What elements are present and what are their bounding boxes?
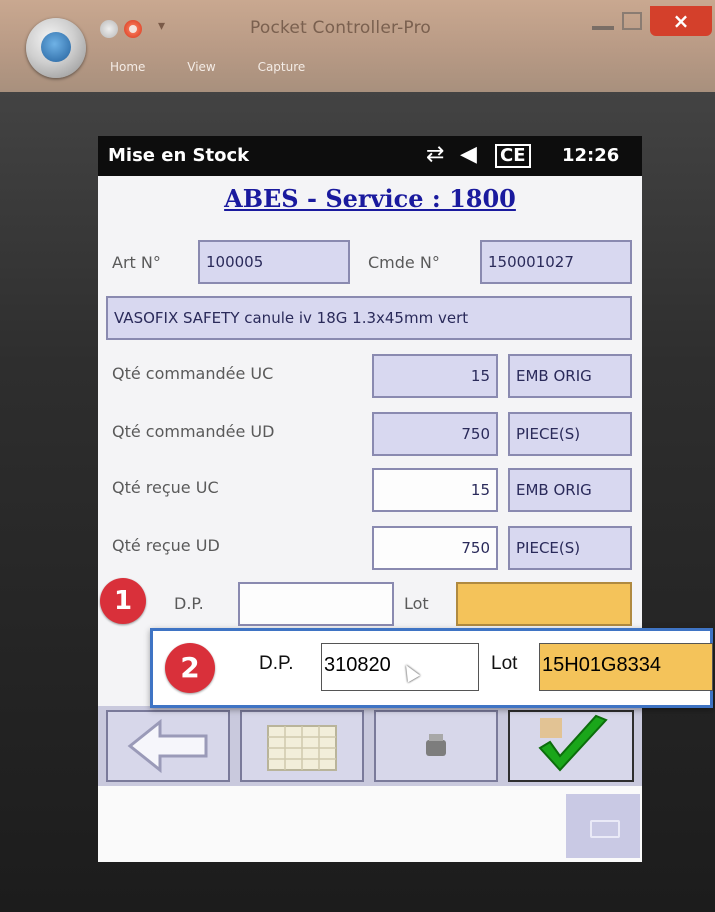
callout-lot-label: Lot <box>491 653 518 674</box>
qty-received-uc-field[interactable]: 15 <box>372 468 498 512</box>
lot-field[interactable] <box>456 582 632 626</box>
annotation-badge-1: 1 <box>100 578 146 624</box>
window-titlebar: ▾ Pocket Controller-Pro × Home View Capt… <box>0 0 715 92</box>
qty-received-uc-unit[interactable]: EMB ORIG <box>508 468 632 512</box>
callout-lot-field[interactable]: 15H01G8334 <box>539 643 713 691</box>
cmde-label: Cmde N° <box>368 253 440 272</box>
order-number-field[interactable]: 150001027 <box>480 240 632 284</box>
back-button[interactable] <box>106 710 230 782</box>
tab-view[interactable]: View <box>187 60 215 74</box>
qty-ordered-ud-unit: PIECE(S) <box>508 412 632 456</box>
qty-received-ud-unit[interactable]: PIECE(S) <box>508 526 632 570</box>
back-arrow-icon <box>127 718 208 774</box>
action-toolbar <box>98 706 642 786</box>
checkmark-icon <box>538 714 608 772</box>
ce-badge: CE <box>495 144 531 168</box>
dp-field[interactable] <box>238 582 394 626</box>
quick-access-dropdown-icon[interactable]: ▾ <box>158 18 165 34</box>
article-description-field: VASOFIX SAFETY canule iv 18G 1.3x45mm ve… <box>106 296 632 340</box>
qty-received-ud-field[interactable]: 750 <box>372 526 498 570</box>
device-screen: Mise en Stock ⇄ ◀ CE 12:26 ABES - Servic… <box>98 136 642 862</box>
keyboard-icon[interactable] <box>566 794 640 858</box>
zoom-callout: 2 D.P. 310820 Lot 15H01G8334 <box>150 628 713 708</box>
maximize-button[interactable] <box>622 12 642 30</box>
lot-label: Lot <box>404 594 429 613</box>
dp-label: D.P. <box>174 594 204 613</box>
qty-ordered-ud-field: 750 <box>372 412 498 456</box>
qty-received-ud-label: Qté reçue UD <box>112 536 220 555</box>
volume-icon[interactable]: ◀ <box>460 142 477 167</box>
service-title[interactable]: ABES - Service : 1800 <box>98 184 642 213</box>
art-number-field[interactable]: 100005 <box>198 240 350 284</box>
app-logo-icon <box>41 32 71 62</box>
bottom-bar <box>98 786 642 862</box>
qty-received-uc-label: Qté reçue UC <box>112 478 219 497</box>
callout-dp-label: D.P. <box>259 653 294 674</box>
qty-ordered-uc-field: 15 <box>372 354 498 398</box>
art-label: Art N° <box>112 253 161 272</box>
tab-capture[interactable]: Capture <box>258 60 306 74</box>
tab-home[interactable]: Home <box>110 60 145 74</box>
quick-access-button-1[interactable] <box>100 20 118 38</box>
qty-ordered-ud-label: Qté commandée UD <box>112 422 275 441</box>
validate-button[interactable] <box>508 710 634 782</box>
print-button[interactable] <box>374 710 498 782</box>
screen-title: Mise en Stock <box>108 145 250 166</box>
clock: 12:26 <box>562 145 620 166</box>
sync-icon: ⇄ <box>426 142 445 167</box>
ribbon-tabs: Home View Capture <box>110 60 343 74</box>
record-icon[interactable] <box>124 20 142 38</box>
minimize-button[interactable] <box>592 26 614 30</box>
printer-icon <box>426 734 446 756</box>
close-button[interactable]: × <box>650 6 712 36</box>
app-menu-orb[interactable] <box>26 18 86 78</box>
host-window: ▾ Pocket Controller-Pro × Home View Capt… <box>0 0 715 912</box>
qty-ordered-uc-label: Qté commandée UC <box>112 364 274 383</box>
calendar-grid-icon <box>267 725 337 771</box>
annotation-badge-2: 2 <box>165 643 215 693</box>
window-title: Pocket Controller-Pro <box>250 18 431 38</box>
qty-ordered-uc-unit: EMB ORIG <box>508 354 632 398</box>
calendar-button[interactable] <box>240 710 364 782</box>
device-status-bar: Mise en Stock ⇄ ◀ CE 12:26 <box>98 136 642 176</box>
